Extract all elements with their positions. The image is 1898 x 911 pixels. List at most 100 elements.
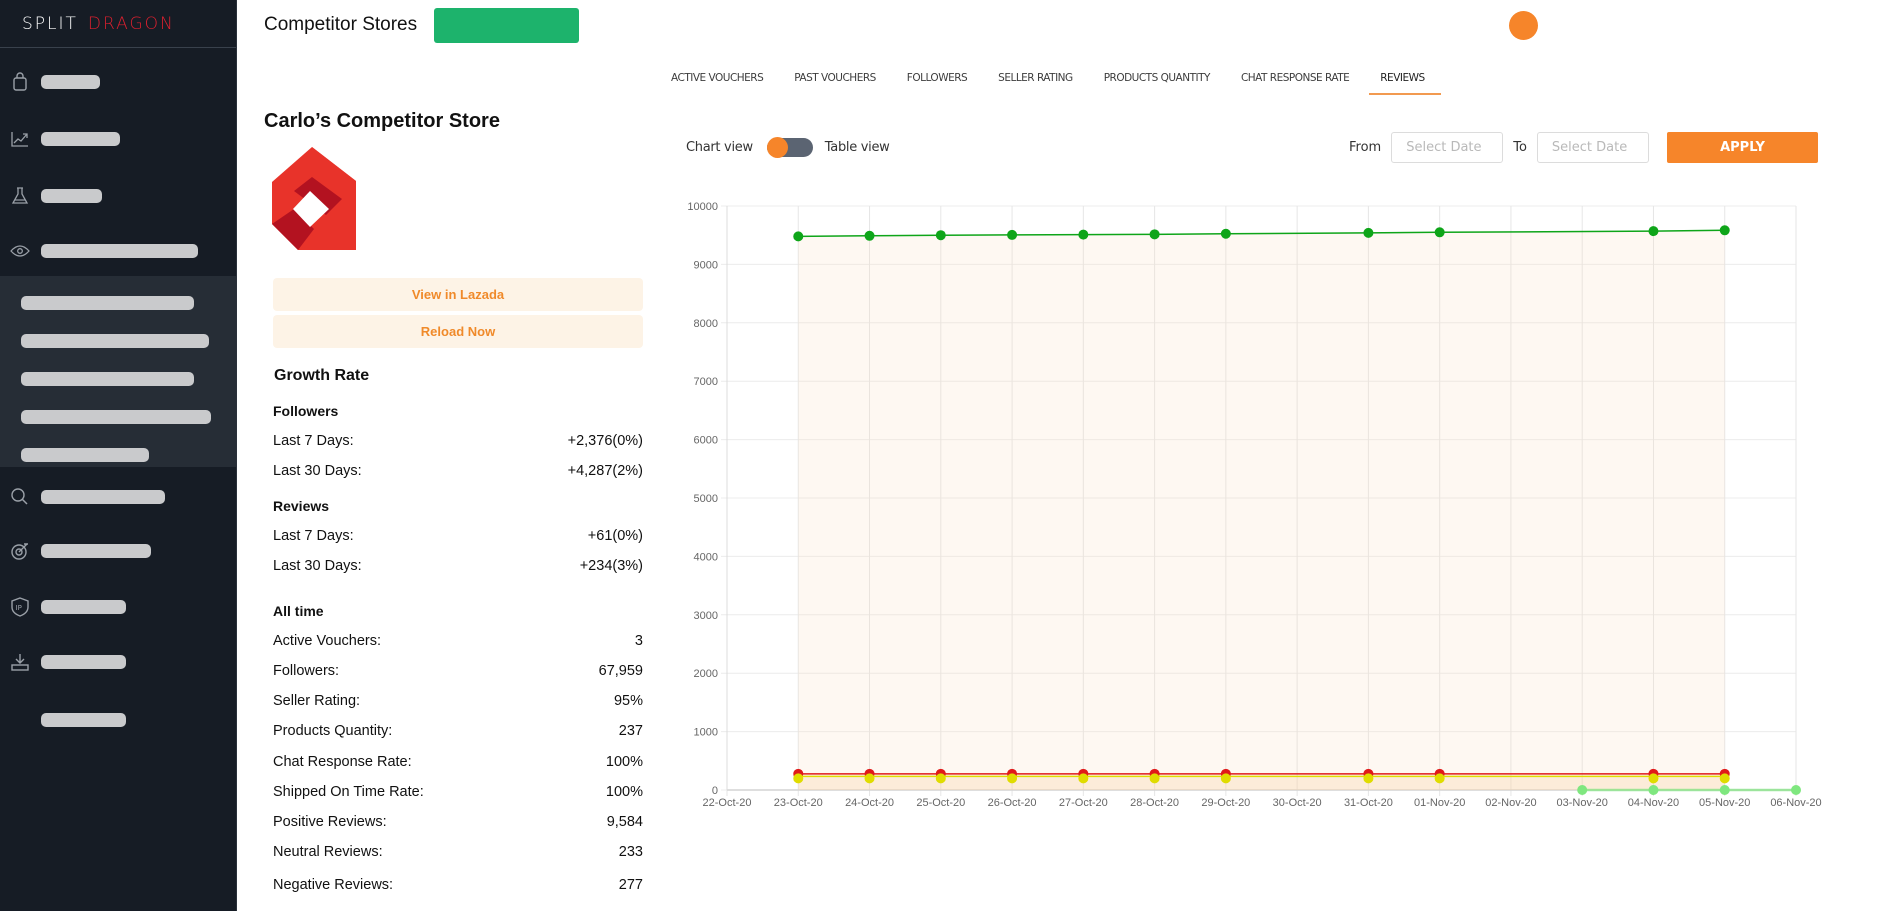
stat-row: Seller Rating: 95% xyxy=(273,693,643,709)
y-tick-label: 0 xyxy=(712,785,718,797)
chart-view-label[interactable]: Chart view xyxy=(686,140,753,155)
sidebar-item-label xyxy=(41,490,165,504)
tab-seller-rating[interactable]: SELLER RATING xyxy=(987,64,1089,95)
data-point xyxy=(1363,227,1374,238)
submenu-item[interactable] xyxy=(21,334,209,348)
shopping-bag-icon xyxy=(9,71,31,93)
stat-row: Shipped On Time Rate: 100% xyxy=(273,784,643,800)
tab-active-vouchers[interactable]: ACTIVE VOUCHERS xyxy=(660,64,779,95)
stat-value: 67,959 xyxy=(598,663,643,679)
submenu-item[interactable] xyxy=(21,296,194,310)
stat-row: Neutral Reviews: 233 xyxy=(273,844,643,860)
stat-value: 3 xyxy=(634,633,643,649)
y-tick-label: 4000 xyxy=(694,551,718,563)
data-point xyxy=(935,230,946,241)
stat-label: Products Quantity: xyxy=(273,723,393,739)
x-tick-label: 23-Oct-20 xyxy=(774,797,823,809)
stat-row: Active Vouchers: 3 xyxy=(273,633,643,649)
table-view-label[interactable]: Table view xyxy=(825,140,890,155)
store-name: Carlo’s Competitor Store xyxy=(264,110,500,132)
growth-rate-heading: Growth Rate xyxy=(274,367,370,384)
sidebar-item[interactable] xyxy=(0,62,236,102)
sidebar-item[interactable] xyxy=(0,119,236,159)
x-tick-label: 05-Nov-20 xyxy=(1699,797,1750,809)
data-point xyxy=(1719,785,1730,795)
data-point xyxy=(1149,773,1160,784)
x-tick-label: 03-Nov-20 xyxy=(1557,797,1608,809)
data-point xyxy=(1577,785,1588,795)
stat-label: Negative Reviews: xyxy=(273,877,394,893)
sidebar-item-label xyxy=(41,75,100,89)
sidebar-item-label xyxy=(41,189,102,203)
from-date-input[interactable] xyxy=(1391,132,1504,163)
apply-button[interactable]: APPLY xyxy=(1667,132,1818,163)
stat-value: 233 xyxy=(618,844,643,860)
stat-value: +234(3%) xyxy=(579,558,643,574)
reload-now-button[interactable]: Reload Now xyxy=(273,315,643,348)
stat-row: Negative Reviews: 277 xyxy=(273,877,643,893)
ip-shield-icon: IP xyxy=(9,596,31,618)
x-tick-label: 01-Nov-20 xyxy=(1414,797,1465,809)
series-area-fill xyxy=(798,230,1725,790)
y-tick-label: 10000 xyxy=(687,201,718,213)
data-point xyxy=(864,773,875,784)
data-point xyxy=(1363,773,1374,784)
submenu-item[interactable] xyxy=(21,448,149,462)
stat-label: Active Vouchers: xyxy=(273,633,381,649)
x-tick-label: 28-Oct-20 xyxy=(1130,797,1179,809)
stat-row: Positive Reviews: 9,584 xyxy=(273,814,643,830)
to-date-input[interactable] xyxy=(1536,132,1649,163)
sidebar-item[interactable] xyxy=(0,642,236,682)
data-point xyxy=(1007,773,1018,784)
data-point xyxy=(1434,773,1445,784)
all-time-heading: All time xyxy=(273,603,324,619)
logo-text-split: SPLIT xyxy=(22,13,78,34)
sidebar-item-label xyxy=(41,132,120,146)
stat-row: Chat Response Rate: 100% xyxy=(273,754,643,770)
tab-products-quantity[interactable]: PRODUCTS QUANTITY xyxy=(1093,64,1226,95)
sidebar-item[interactable] xyxy=(0,231,236,271)
user-avatar[interactable] xyxy=(1509,11,1538,40)
x-tick-label: 30-Oct-20 xyxy=(1273,797,1322,809)
svg-text:IP: IP xyxy=(16,604,22,612)
from-label: From xyxy=(1349,140,1382,155)
to-label: To xyxy=(1513,140,1527,155)
submenu-item[interactable] xyxy=(21,410,211,424)
stat-label: Last 30 Days: xyxy=(273,463,362,479)
stat-row: Last 30 Days: +4,287(2%) xyxy=(273,463,643,479)
blank-icon xyxy=(9,709,31,731)
sidebar-item[interactable] xyxy=(0,176,236,216)
x-tick-label: 29-Oct-20 xyxy=(1201,797,1250,809)
data-point xyxy=(1719,225,1730,236)
sidebar: SPLIT DRAGON IP xyxy=(0,0,237,911)
x-tick-label: 26-Oct-20 xyxy=(988,797,1037,809)
tab-past-vouchers[interactable]: PAST VOUCHERS xyxy=(783,64,892,95)
sidebar-item[interactable] xyxy=(0,477,236,517)
sidebar-item[interactable]: IP xyxy=(0,587,236,627)
view-in-lazada-button[interactable]: View in Lazada xyxy=(273,278,643,311)
sidebar-item[interactable] xyxy=(0,700,236,740)
data-point xyxy=(1220,228,1231,239)
stat-value: 9,584 xyxy=(606,814,643,830)
stat-value: +2,376(0%) xyxy=(567,433,643,449)
stat-label: Last 7 Days: xyxy=(273,528,354,544)
view-toggle: Chart view Table view xyxy=(686,137,890,158)
sidebar-item[interactable] xyxy=(0,531,236,571)
stat-label: Seller Rating: xyxy=(273,693,361,709)
x-tick-label: 27-Oct-20 xyxy=(1059,797,1108,809)
y-tick-label: 1000 xyxy=(694,727,718,739)
tab-followers[interactable]: FOLLOWERS xyxy=(896,64,983,95)
y-tick-label: 2000 xyxy=(694,668,718,680)
view-switch[interactable] xyxy=(766,137,813,158)
brand-logo[interactable]: SPLIT DRAGON xyxy=(0,0,236,48)
store-select-button[interactable] xyxy=(434,8,579,43)
submenu-item[interactable] xyxy=(21,372,194,386)
data-point xyxy=(1220,773,1231,784)
tab-chat-response-rate[interactable]: CHAT RESPONSE RATE xyxy=(1230,64,1365,95)
data-point xyxy=(864,230,875,241)
data-point xyxy=(1434,227,1445,238)
tab-reviews[interactable]: REVIEWS xyxy=(1369,64,1441,95)
data-point xyxy=(1007,229,1018,240)
sidebar-item-label xyxy=(41,600,126,614)
x-tick-label: 02-Nov-20 xyxy=(1485,797,1536,809)
